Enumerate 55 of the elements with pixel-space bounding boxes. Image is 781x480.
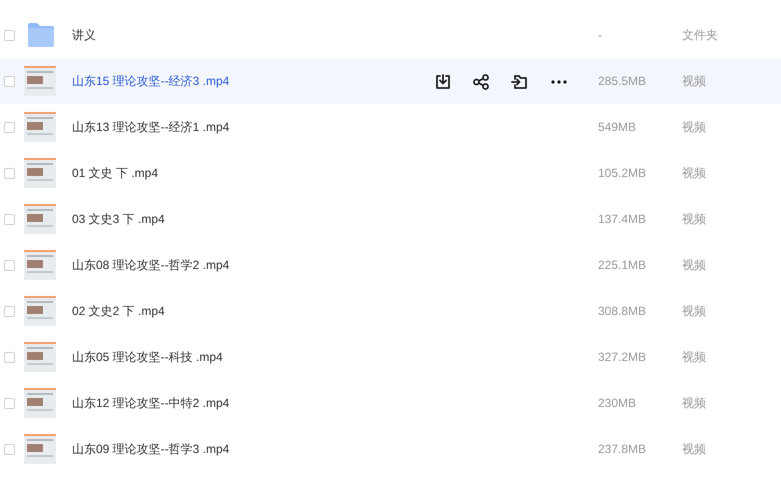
video-thumbnail [24,342,56,372]
checkbox[interactable] [4,76,15,86]
file-type: 视频 [682,257,707,274]
checkbox[interactable] [4,168,15,178]
video-thumbnail [24,66,56,96]
file-type: 视频 [682,211,707,228]
file-row-highlight[interactable]: 山东15 理论攻坚--经济3 .mp4 285.5MB 视频 [0,58,781,104]
file-name[interactable]: 山东09 理论攻坚--哲学3 .mp4 [72,440,230,458]
file-name[interactable]: 山东15 理论攻坚--经济3 .mp4 [72,72,230,90]
checkbox[interactable] [4,30,15,40]
file-type: 视频 [682,165,707,182]
checkbox[interactable] [4,352,15,362]
file-type: 视频 [682,441,707,458]
download-icon[interactable] [434,72,452,90]
video-thumbnail [24,434,56,464]
file-name[interactable]: 山东05 理论攻坚--科技 .mp4 [72,348,223,366]
video-thumbnail [24,158,56,188]
file-name[interactable]: 山东12 理论攻坚--中特2 .mp4 [72,394,230,412]
file-size: 230MB [598,395,638,412]
file-type: 视频 [682,119,707,136]
checkbox[interactable] [4,398,15,408]
file-size: 549MB [598,119,638,136]
file-name[interactable]: 山东08 理论攻坚--哲学2 .mp4 [72,256,230,274]
checkbox[interactable] [4,444,15,454]
video-thumbnail [24,112,56,142]
file-name[interactable]: 02 文史2 下 .mp4 [72,302,165,320]
file-size: 308.8MB [598,303,648,320]
video-thumbnail [24,388,56,418]
file-type: 视频 [682,303,707,320]
checkbox[interactable] [4,260,15,270]
file-name[interactable]: 山东13 理论攻坚--经济1 .mp4 [72,118,230,136]
file-size: 285.5MB [598,73,648,90]
file-type: 视频 [682,395,707,412]
file-name[interactable]: 03 文史3 下 .mp4 [72,210,165,228]
file-name[interactable]: 01 文史 下 .mp4 [72,164,158,182]
checkbox[interactable] [4,214,15,224]
video-thumbnail [24,296,56,326]
file-size: - [598,27,603,44]
checkbox[interactable] [4,306,15,316]
file-size: 237.8MB [598,441,648,458]
file-size: 137.4MB [598,211,648,228]
checkbox[interactable] [4,122,15,132]
file-name[interactable]: 讲义 [72,26,96,44]
share-icon[interactable] [472,72,490,90]
move-to-folder-icon[interactable] [510,72,528,90]
folder-icon [26,22,56,48]
file-size: 225.1MB [598,257,648,274]
file-type: 文件夹 [682,27,719,44]
video-thumbnail [24,250,56,280]
more-icon[interactable] [551,80,567,84]
video-thumbnail [24,204,56,234]
file-size: 327.2MB [598,349,648,366]
file-type: 视频 [682,73,707,90]
file-type: 视频 [682,349,707,366]
file-size: 105.2MB [598,165,648,182]
